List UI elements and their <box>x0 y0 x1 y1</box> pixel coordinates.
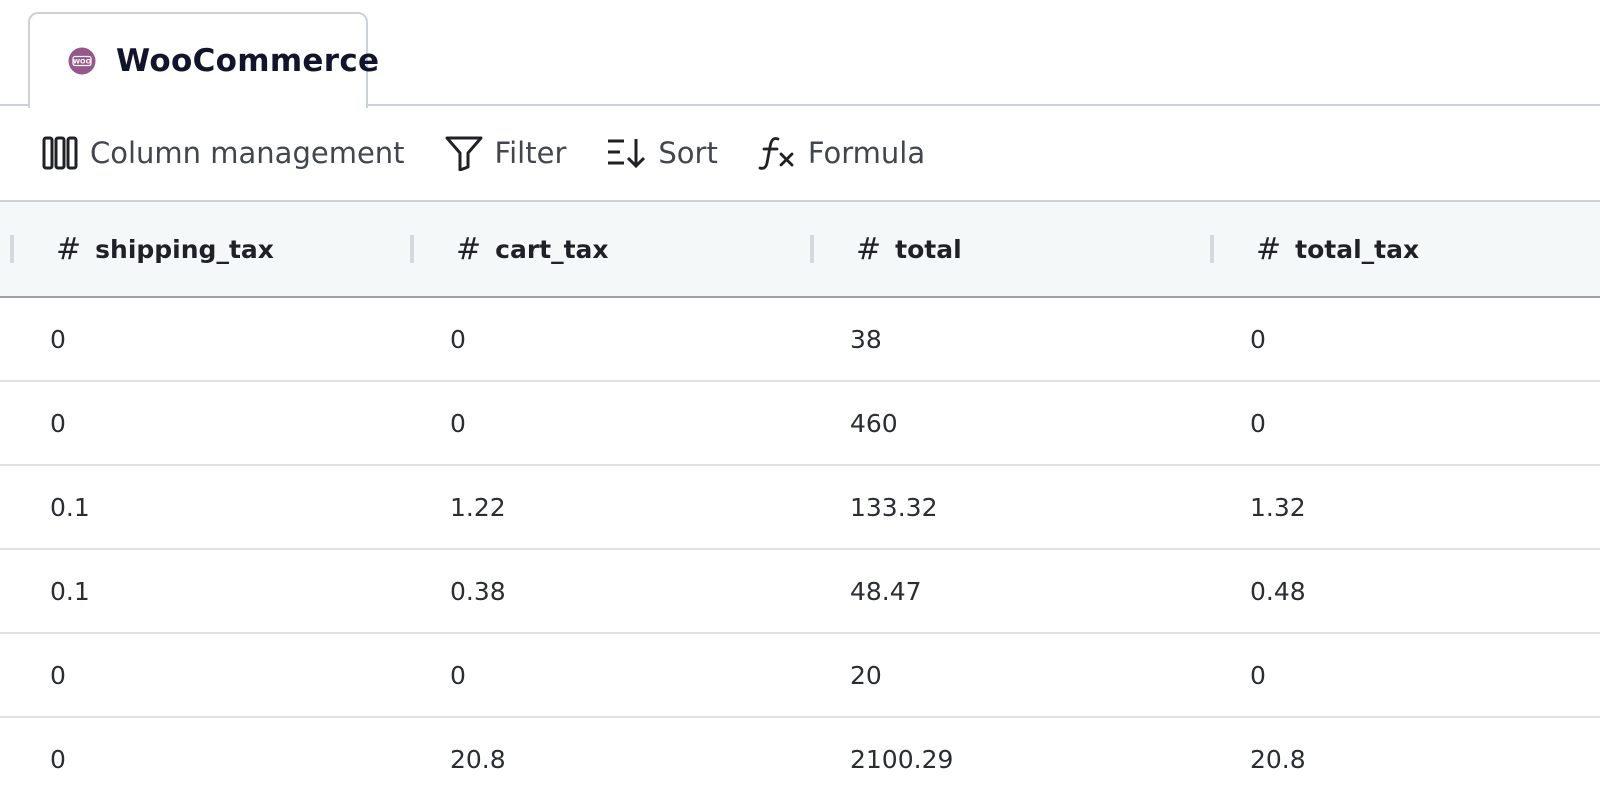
table-cell[interactable]: 0.1 <box>0 466 400 548</box>
table-row[interactable]: 0 0 20 0 <box>0 634 1600 718</box>
column-resize-handle[interactable] <box>810 235 814 263</box>
tab-woocommerce[interactable]: WOO WooCommerce <box>28 12 379 108</box>
table-cell[interactable]: 0 <box>1200 298 1600 380</box>
table-cell[interactable]: 38 <box>800 298 1200 380</box>
table-row[interactable]: 0.1 1.22 133.32 1.32 <box>0 466 1600 550</box>
table-cell[interactable]: 48.47 <box>800 550 1200 632</box>
table-cell[interactable]: 0 <box>0 382 400 464</box>
table-toolbar: Column management Filter Sort Formula <box>0 106 1600 202</box>
woocommerce-logo-text: WOO <box>73 58 92 66</box>
table-cell[interactable]: 0 <box>400 382 800 464</box>
column-name: cart_tax <box>495 234 609 264</box>
woocommerce-logo-icon: WOO <box>68 47 96 75</box>
table-cell[interactable]: 0 <box>400 298 800 380</box>
formula-label: Formula <box>807 136 926 170</box>
table-cell[interactable]: 0 <box>0 634 400 716</box>
table-cell[interactable]: 0 <box>400 634 800 716</box>
column-resize-handle[interactable] <box>410 235 414 263</box>
table-cell[interactable]: 0 <box>0 298 400 380</box>
table-row[interactable]: 0 0 460 0 <box>0 382 1600 466</box>
table-cell[interactable]: 1.22 <box>400 466 800 548</box>
table-cell[interactable]: 0 <box>1200 634 1600 716</box>
column-management-label: Column management <box>90 136 405 170</box>
number-type-icon: # <box>856 231 882 267</box>
table-row[interactable]: 0 0 38 0 <box>0 298 1600 382</box>
source-tab-bar: WOO WooCommerce <box>0 0 1600 108</box>
filter-icon <box>445 135 483 171</box>
filter-button[interactable]: Filter <box>445 135 567 171</box>
data-table: # shipping_tax # cart_tax # total # tota… <box>0 202 1600 798</box>
formula-icon <box>758 135 796 171</box>
column-name: shipping_tax <box>95 234 274 264</box>
sort-icon <box>606 137 646 169</box>
number-type-icon: # <box>56 231 82 267</box>
number-type-icon: # <box>1256 231 1282 267</box>
columns-icon <box>42 136 78 170</box>
table-cell[interactable]: 0.38 <box>400 550 800 632</box>
table-cell[interactable]: 20.8 <box>400 718 800 798</box>
tab-label: WooCommerce <box>116 43 380 79</box>
table-cell[interactable]: 2100.29 <box>800 718 1200 798</box>
column-management-button[interactable]: Column management <box>42 136 405 170</box>
table-cell[interactable]: 0.1 <box>0 550 400 632</box>
column-header-total-tax[interactable]: # total_tax <box>1200 202 1600 296</box>
table-cell[interactable]: 0.48 <box>1200 550 1600 632</box>
column-header-shipping-tax[interactable]: # shipping_tax <box>0 202 400 296</box>
table-cell[interactable]: 20.8 <box>1200 718 1600 798</box>
table-cell[interactable]: 133.32 <box>800 466 1200 548</box>
table-cell[interactable]: 20 <box>800 634 1200 716</box>
table-cell[interactable]: 1.32 <box>1200 466 1600 548</box>
data-preview-panel: WOO WooCommerce Column management Filter… <box>0 0 1600 798</box>
sort-label: Sort <box>658 136 718 170</box>
column-name: total_tax <box>1295 234 1420 264</box>
table-row[interactable]: 0.1 0.38 48.47 0.48 <box>0 550 1600 634</box>
column-resize-handle[interactable] <box>1210 235 1214 263</box>
table-cell[interactable]: 460 <box>800 382 1200 464</box>
column-header-total[interactable]: # total <box>800 202 1200 296</box>
column-resize-handle[interactable] <box>10 235 14 263</box>
column-name: total <box>895 234 962 264</box>
filter-label: Filter <box>494 136 567 170</box>
column-header-cart-tax[interactable]: # cart_tax <box>400 202 800 296</box>
table-header: # shipping_tax # cart_tax # total # tota… <box>0 202 1600 298</box>
formula-button[interactable]: Formula <box>758 135 925 171</box>
table-body: 0 0 38 0 0 0 460 0 0.1 1.22 133.32 1.32 … <box>0 298 1600 798</box>
sort-button[interactable]: Sort <box>606 136 718 170</box>
table-cell[interactable]: 0 <box>0 718 400 798</box>
table-cell[interactable]: 0 <box>1200 382 1600 464</box>
number-type-icon: # <box>456 231 482 267</box>
table-row[interactable]: 0 20.8 2100.29 20.8 <box>0 718 1600 798</box>
